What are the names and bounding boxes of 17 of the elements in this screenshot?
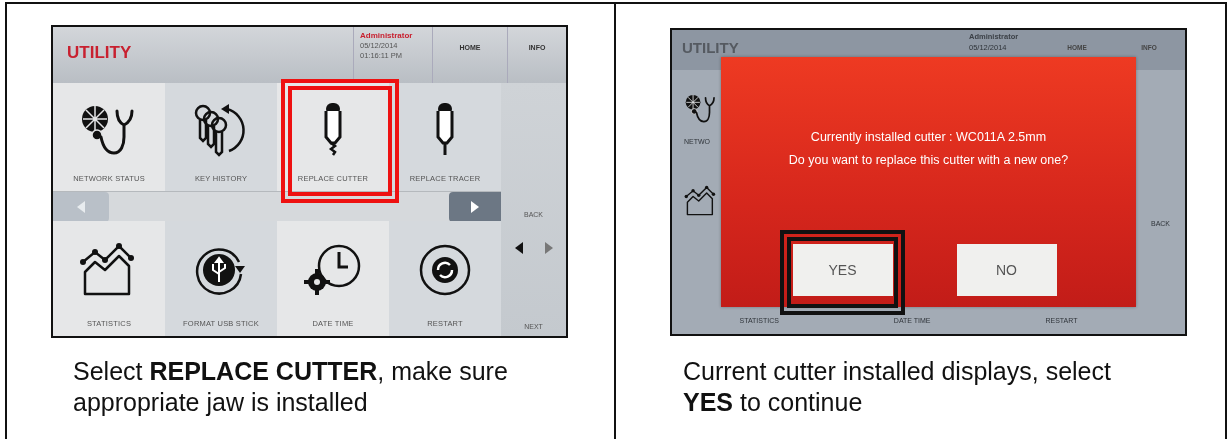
dialog-button[interactable]: YES <box>792 244 893 296</box>
left-arrow-icon <box>77 200 85 213</box>
dialog-button[interactable]: NO <box>956 244 1057 296</box>
dialog-message: Do you want to replace this cutter with a new one? <box>788 153 1069 167</box>
dialog-message: Currently installed cutter : WC011A 2.5mm <box>810 130 1047 144</box>
scroll-right-button[interactable] <box>449 191 501 222</box>
line-chart-icon <box>684 185 718 217</box>
screen-title: UTILITY <box>66 42 133 64</box>
globe-stethoscope-icon <box>684 92 718 124</box>
previous-arrow-icon <box>514 242 523 254</box>
user-name: Administrator <box>360 31 414 40</box>
screen-title: UTILITY <box>681 38 740 58</box>
caption: Select REPLACE CUTTER, make sure appropriate jaw is installed <box>73 356 509 418</box>
next-arrow-icon <box>544 242 553 254</box>
clock-gear-icon <box>303 242 363 298</box>
right-arrow-icon <box>471 200 479 213</box>
caption: Current cutter installed displays, select YES to continue <box>683 356 1112 418</box>
